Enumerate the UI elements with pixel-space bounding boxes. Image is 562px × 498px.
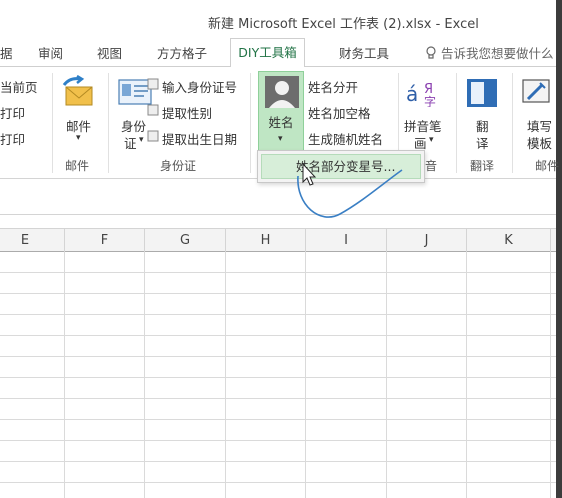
column-headers: E F G H I J K	[0, 228, 556, 252]
grid-line	[0, 398, 556, 399]
grid-line	[0, 272, 556, 273]
cell-grid[interactable]	[0, 252, 556, 498]
grid-line	[0, 356, 556, 357]
group-separator	[250, 73, 251, 173]
gender-icon	[147, 104, 159, 116]
id-input-icon	[147, 78, 159, 90]
split-name-item[interactable]: 姓名分开	[308, 77, 358, 96]
column-header-g[interactable]: G	[145, 229, 226, 252]
chevron-down-icon[interactable]: ▾	[429, 135, 434, 145]
tab-fangfang[interactable]: 方方格子	[157, 43, 207, 62]
id-group-label: 身份证	[160, 159, 197, 173]
group-separator	[512, 73, 513, 173]
mail-icon	[62, 75, 93, 106]
pinyin-group-label: 音	[425, 159, 438, 173]
current-page-item[interactable]: 当前页	[0, 77, 38, 96]
translate-button-line2[interactable]: 译	[476, 133, 489, 152]
tab-diy-toolbox[interactable]: DIY工具箱	[230, 38, 305, 67]
chevron-down-icon[interactable]: ▾	[76, 133, 81, 143]
column-header-e[interactable]: E	[0, 229, 65, 252]
column-header-j[interactable]: J	[387, 229, 467, 252]
column-header-i[interactable]: I	[306, 229, 387, 252]
tell-me-text: 告诉我您想要做什么	[441, 46, 554, 61]
grid-line	[0, 461, 556, 462]
title-bar: 新建 Microsoft Excel 工作表 (2).xlsx - Excel	[0, 0, 562, 38]
formula-area	[0, 180, 556, 228]
extract-birthdate-item[interactable]: 提取出生日期	[162, 129, 237, 148]
mask-name-item[interactable]: 姓名部分变星号...	[261, 154, 421, 179]
name-button-label: 姓名	[268, 115, 294, 130]
birthday-icon	[147, 130, 159, 142]
svg-text:字: 字	[424, 94, 436, 107]
window-edge	[556, 0, 562, 498]
grid-line	[0, 482, 556, 483]
mail-group-label: 邮件	[65, 159, 90, 173]
translate-group-label: 翻译	[470, 159, 495, 173]
template-group-label: 邮件	[535, 159, 560, 173]
input-id-number-item[interactable]: 输入身份证号	[162, 77, 237, 96]
lightbulb-icon	[426, 46, 436, 59]
group-separator	[108, 73, 109, 173]
svg-text:á: á	[406, 82, 418, 106]
name-dropdown-menu: 姓名部分变星号...	[257, 150, 425, 183]
print-item-2[interactable]: 打印	[0, 129, 25, 148]
name-add-space-item[interactable]: 姓名加空格	[308, 103, 371, 122]
tab-review[interactable]: 审阅	[38, 43, 63, 62]
tab-data[interactable]: 据	[0, 43, 13, 62]
name-button[interactable]: 姓名 ▾	[258, 71, 304, 151]
template-icon	[522, 79, 550, 103]
translate-icon	[467, 79, 497, 107]
id-button-line2[interactable]: 证	[124, 133, 137, 152]
grid-line	[0, 314, 556, 315]
random-name-item[interactable]: 生成随机姓名	[308, 129, 383, 148]
grid-line	[0, 293, 556, 294]
ribbon-tabs: 据 审阅 视图 方方格子 DIY工具箱 财务工具 告诉我您想要做什么	[0, 38, 556, 67]
window-title: 新建 Microsoft Excel 工作表 (2).xlsx - Excel	[208, 17, 479, 32]
tell-me-search[interactable]: 告诉我您想要做什么	[425, 43, 554, 62]
formula-bar-border	[0, 214, 556, 215]
group-separator	[52, 73, 53, 173]
person-icon	[265, 76, 299, 108]
column-header-k[interactable]: K	[467, 229, 551, 252]
template-button-line2[interactable]: 模板	[527, 133, 552, 152]
column-header-h[interactable]: H	[226, 229, 306, 252]
tab-finance[interactable]: 财务工具	[339, 43, 389, 62]
grid-line	[0, 335, 556, 336]
print-item-1[interactable]: 打印	[0, 103, 25, 122]
grid-line	[0, 377, 556, 378]
column-header-f[interactable]: F	[65, 229, 145, 252]
tab-view[interactable]: 视图	[97, 43, 122, 62]
grid-line	[0, 419, 556, 420]
pinyin-icon: á Я 字	[406, 82, 436, 107]
extract-gender-item[interactable]: 提取性别	[162, 103, 212, 122]
group-separator	[456, 73, 457, 173]
chevron-down-icon[interactable]: ▾	[139, 135, 144, 145]
grid-line	[0, 440, 556, 441]
chevron-down-icon: ▾	[278, 134, 283, 144]
